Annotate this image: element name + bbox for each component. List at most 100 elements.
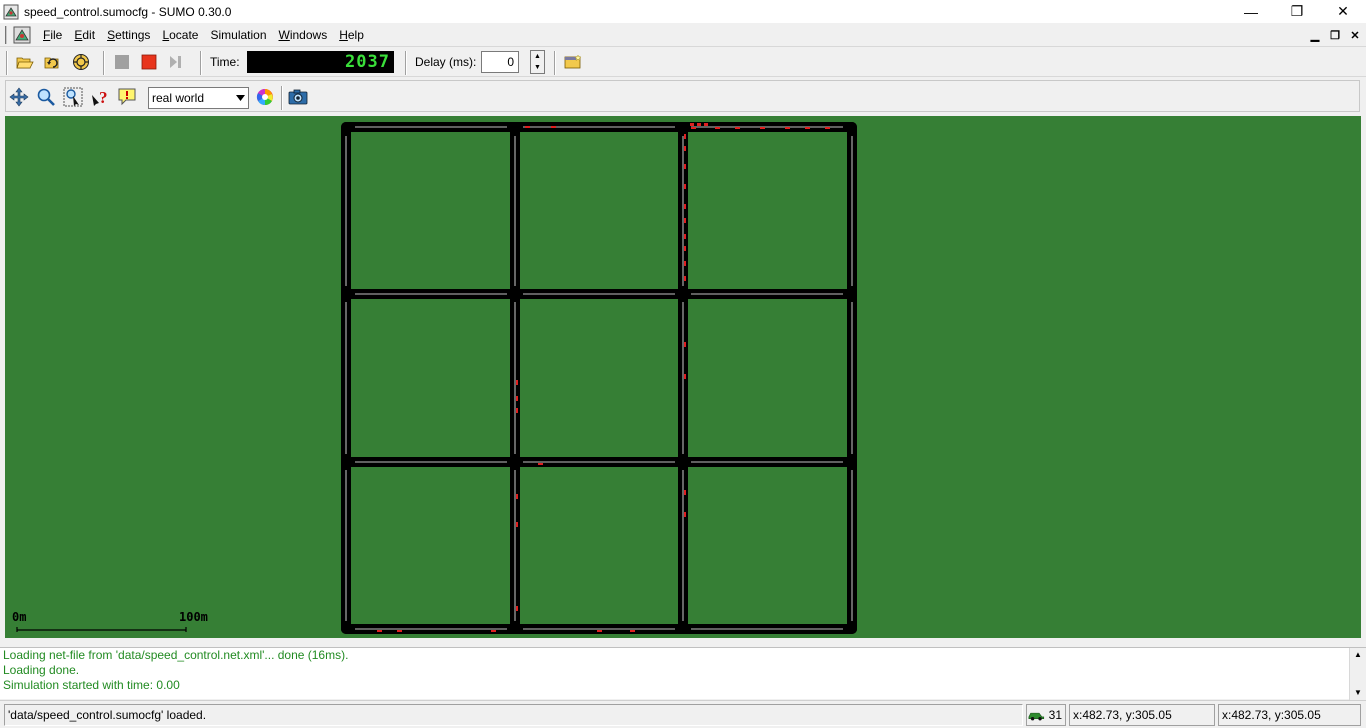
minimize-button[interactable]: — bbox=[1228, 0, 1274, 23]
simulation-toolbar: Time: Delay (ms): bbox=[0, 48, 1366, 77]
new-view-button[interactable] bbox=[562, 51, 584, 73]
network-view[interactable]: 0m 100m bbox=[5, 116, 1361, 638]
scroll-track[interactable] bbox=[1350, 662, 1366, 686]
sumo-app-icon bbox=[3, 4, 19, 19]
locate-button[interactable] bbox=[62, 86, 84, 108]
menu-edit-label: dit bbox=[82, 27, 96, 42]
recent-icon bbox=[73, 54, 89, 70]
menu-settings-mnemonic: S bbox=[107, 27, 116, 42]
step-button[interactable] bbox=[165, 51, 187, 73]
locate-icon bbox=[63, 87, 83, 107]
recenter-button[interactable] bbox=[8, 86, 30, 108]
menu-settings-label: ettings bbox=[115, 27, 151, 42]
stop-icon bbox=[115, 55, 129, 69]
message-log[interactable]: Loading net-file from 'data/speed_contro… bbox=[0, 647, 1366, 700]
delay-input[interactable]: 0 bbox=[481, 51, 519, 73]
stop-button[interactable] bbox=[111, 51, 133, 73]
mdi-close-button[interactable]: ✕ bbox=[1346, 26, 1364, 44]
sumo-menu-icon[interactable] bbox=[13, 26, 31, 44]
recenter-icon bbox=[9, 87, 29, 107]
chevron-down-icon[interactable] bbox=[233, 89, 247, 107]
time-label: Time: bbox=[210, 55, 240, 69]
menu-file[interactable]: File bbox=[37, 24, 68, 46]
toolbar-separator bbox=[281, 86, 283, 110]
menu-file-label: ile bbox=[50, 27, 63, 42]
toolbar-separator bbox=[200, 51, 202, 75]
menu-simulation-label: Simulation bbox=[210, 27, 267, 42]
maximize-button[interactable]: ❐ bbox=[1274, 0, 1320, 23]
mdi-close-icon: ✕ bbox=[1350, 29, 1360, 42]
menu-windows-mnemonic: W bbox=[278, 27, 290, 42]
lane-markings bbox=[345, 126, 853, 630]
vehicle-count-value: 31 bbox=[1048, 708, 1062, 722]
screenshot-icon bbox=[288, 89, 308, 105]
scale-end-label: 100m bbox=[179, 610, 208, 624]
title-bar: speed_control.sumocfg - SUMO 0.30.0 — ❐ … bbox=[0, 0, 1366, 23]
car-icon bbox=[1028, 712, 1045, 721]
menu-help[interactable]: Help bbox=[333, 24, 370, 46]
close-button[interactable]: ✕ bbox=[1320, 0, 1366, 23]
delay-spinner[interactable]: ▲ ▼ bbox=[530, 50, 545, 74]
menu-locate-label: ocate bbox=[169, 27, 199, 42]
menu-simulation[interactable]: Simulation bbox=[204, 24, 272, 46]
scale-start-label: 0m bbox=[12, 610, 26, 624]
close-icon: ✕ bbox=[1337, 3, 1349, 19]
help-button[interactable]: ? bbox=[89, 86, 111, 108]
menu-windows-label: indows bbox=[289, 27, 328, 42]
scroll-up-icon[interactable]: ▲ bbox=[1350, 648, 1366, 662]
mdi-minimize-icon: ▁ bbox=[1310, 29, 1320, 42]
net-coordinates: x:482.73, y:305.05 bbox=[1069, 704, 1215, 726]
recent-button[interactable] bbox=[70, 51, 92, 73]
toolbar-grip bbox=[6, 51, 8, 75]
open-button[interactable] bbox=[14, 51, 36, 73]
mdi-restore-icon: ❐ bbox=[1330, 29, 1340, 42]
menu-settings[interactable]: Settings bbox=[101, 24, 156, 46]
zoom-button[interactable] bbox=[35, 86, 57, 108]
run-button[interactable] bbox=[138, 51, 160, 73]
restore-icon: ❐ bbox=[1290, 3, 1304, 19]
log-line: Simulation started with time: 0.00 bbox=[3, 678, 180, 692]
zoom-icon bbox=[37, 88, 55, 106]
tooltip-icon bbox=[118, 88, 136, 106]
status-bar: 'data/speed_control.sumocfg' loaded. 31 … bbox=[0, 700, 1366, 728]
screenshot-button[interactable] bbox=[287, 86, 309, 108]
spin-up-icon[interactable]: ▲ bbox=[531, 51, 544, 62]
open-icon bbox=[16, 57, 34, 69]
color-scheme-value: real world bbox=[152, 91, 205, 105]
menu-edit[interactable]: Edit bbox=[68, 24, 101, 46]
mdi-minimize-button[interactable]: ▁ bbox=[1306, 26, 1324, 44]
vehicles bbox=[377, 123, 830, 632]
scale-bar: 0m 100m bbox=[12, 610, 208, 632]
menu-bar: File Edit Settings Locate Simulation Win… bbox=[0, 23, 1366, 47]
mdi-restore-button[interactable]: ❐ bbox=[1326, 26, 1344, 44]
toolbar-separator bbox=[554, 51, 556, 75]
color-scheme-select[interactable]: real world bbox=[148, 87, 249, 109]
menu-grip bbox=[5, 25, 11, 44]
minimize-icon: — bbox=[1244, 3, 1258, 20]
color-wheel-icon bbox=[256, 88, 273, 106]
window-title: speed_control.sumocfg - SUMO 0.30.0 bbox=[24, 4, 232, 19]
log-scrollbar[interactable]: ▲ ▼ bbox=[1349, 648, 1366, 700]
edit-coloring-button[interactable] bbox=[254, 86, 276, 108]
toolbar-separator bbox=[405, 51, 407, 75]
new-view-icon bbox=[564, 54, 582, 69]
time-display: 2037 bbox=[247, 51, 394, 73]
log-line: Loading net-file from 'data/speed_contro… bbox=[3, 648, 349, 662]
geo-coordinates: x:482.73, y:305.05 bbox=[1218, 704, 1361, 726]
help-icon: ? bbox=[92, 88, 108, 107]
menu-windows[interactable]: Windows bbox=[273, 24, 334, 46]
status-message: 'data/speed_control.sumocfg' loaded. bbox=[4, 704, 1023, 726]
spin-down-icon[interactable]: ▼ bbox=[531, 62, 544, 73]
menu-help-label: elp bbox=[347, 27, 364, 42]
menu-help-mnemonic: H bbox=[339, 27, 348, 42]
scroll-down-icon[interactable]: ▼ bbox=[1350, 686, 1366, 700]
road-network: 0m 100m bbox=[12, 122, 857, 634]
svg-text:?: ? bbox=[99, 88, 108, 107]
road-grid bbox=[341, 122, 857, 634]
menu-locate[interactable]: Locate bbox=[156, 24, 204, 46]
reload-icon bbox=[44, 57, 59, 69]
tooltip-button[interactable] bbox=[116, 86, 138, 108]
step-icon bbox=[170, 56, 181, 68]
reload-button[interactable] bbox=[42, 51, 64, 73]
run-icon bbox=[141, 54, 157, 70]
